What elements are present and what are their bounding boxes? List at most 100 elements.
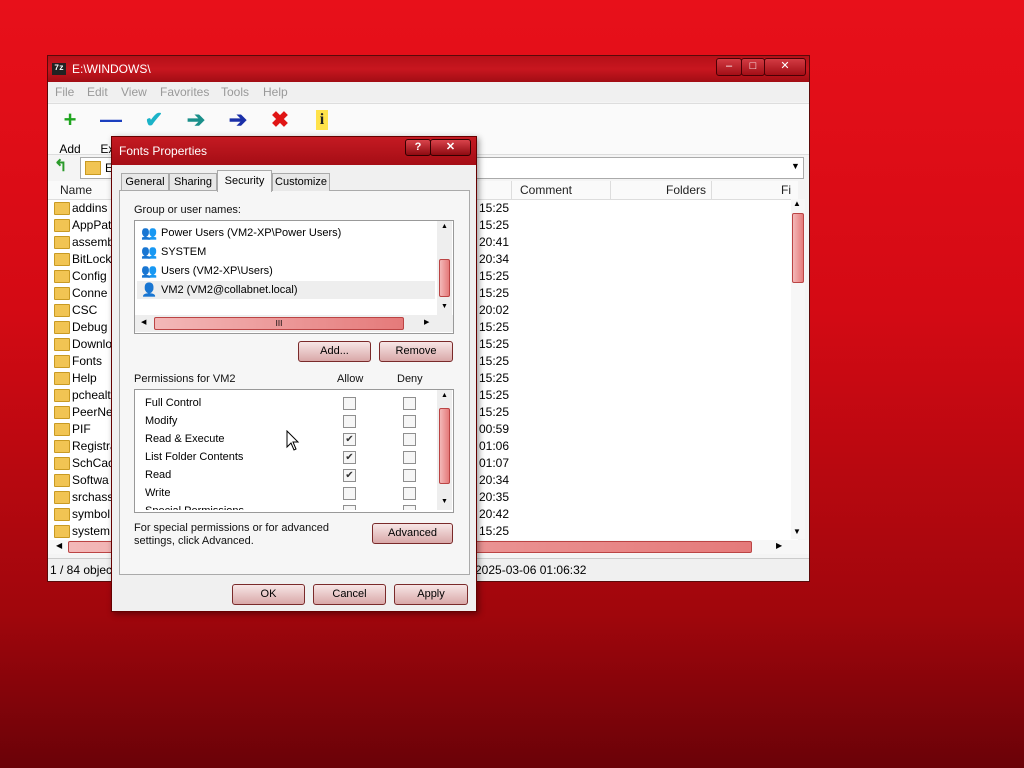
user-row[interactable]: 👥 SYSTEM bbox=[137, 243, 435, 261]
allow-checkbox[interactable]: ✔ bbox=[343, 451, 356, 464]
file-modified-time: 15:25 bbox=[479, 354, 510, 368]
permission-row: Special Permissions bbox=[145, 502, 435, 510]
up-folder-icon[interactable]: ↰ bbox=[54, 158, 72, 176]
user-row[interactable]: 👤 VM2 (VM2@collabnet.local) bbox=[137, 281, 435, 299]
deny-checkbox[interactable] bbox=[403, 505, 416, 510]
user-name: VM2 (VM2@collabnet.local) bbox=[161, 284, 298, 296]
dropdown-arrow-icon[interactable]: ▼ bbox=[791, 161, 800, 171]
apply-button[interactable]: Apply bbox=[394, 584, 468, 605]
ok-button[interactable]: OK bbox=[232, 584, 305, 605]
help-button[interactable]: ? bbox=[405, 139, 431, 156]
scroll-up-icon[interactable]: ▲ bbox=[441, 392, 448, 399]
file-name: Config bbox=[72, 269, 107, 283]
file-modified-time: 01:07 bbox=[479, 456, 510, 470]
file-name: assemb bbox=[72, 235, 115, 249]
tab-sharing[interactable]: Sharing bbox=[169, 173, 217, 191]
file-name: CSC bbox=[72, 303, 98, 317]
users-vscrollbar[interactable]: ▲ ▼ bbox=[437, 221, 452, 315]
tab-security[interactable]: Security bbox=[217, 170, 272, 192]
folder-icon bbox=[54, 355, 70, 368]
vertical-scrollbar[interactable]: ▲ ▼ bbox=[791, 199, 805, 539]
deny-header: Deny bbox=[397, 373, 423, 385]
menu-favorites[interactable]: Favorites bbox=[160, 85, 209, 99]
folder-icon bbox=[54, 525, 70, 538]
deny-checkbox[interactable] bbox=[403, 469, 416, 482]
allow-checkbox[interactable]: ✔ bbox=[343, 469, 356, 482]
scroll-thumb[interactable] bbox=[439, 408, 450, 484]
column-comment[interactable]: Comment bbox=[520, 183, 572, 197]
file-modified-time: 20:34 bbox=[479, 473, 510, 487]
minimize-button[interactable]: – bbox=[716, 58, 742, 76]
users-hscrollbar[interactable]: ◀ III ▶ bbox=[135, 315, 453, 332]
menu-help[interactable]: Help bbox=[263, 85, 288, 99]
info-button[interactable]: i bbox=[300, 108, 344, 130]
user-row[interactable]: 👥 Users (VM2-XP\Users) bbox=[137, 262, 435, 280]
scroll-left-icon[interactable]: ◀ bbox=[56, 541, 62, 550]
allow-checkbox[interactable] bbox=[343, 505, 356, 510]
scroll-right-icon[interactable]: ▶ bbox=[424, 318, 429, 326]
cancel-button[interactable]: Cancel bbox=[313, 584, 386, 605]
delete-x-icon: ✖ bbox=[270, 107, 290, 132]
file-name: pchealt bbox=[72, 388, 111, 402]
copy-button[interactable]: ➔ bbox=[174, 108, 218, 132]
allow-checkbox[interactable]: ✔ bbox=[343, 433, 356, 446]
column-name[interactable]: Name bbox=[60, 183, 92, 197]
move-button[interactable]: ➔ bbox=[216, 108, 260, 132]
title-bar[interactable]: 7z E:\WINDOWS\ – □ ✕ bbox=[48, 56, 809, 82]
column-folders[interactable]: Folders bbox=[666, 183, 706, 197]
tab-customize[interactable]: Customize bbox=[272, 173, 330, 191]
permissions-scrollbar[interactable]: ▲ ▼ bbox=[437, 390, 452, 510]
column-divider bbox=[511, 181, 512, 199]
dialog-title-bar[interactable]: Fonts Properties ? ✕ bbox=[112, 137, 476, 165]
users-list[interactable]: 👥 Power Users (VM2-XP\Power Users) 👥 SYSTEM… bbox=[134, 220, 454, 334]
folder-icon bbox=[54, 287, 70, 300]
remove-user-button[interactable]: Remove bbox=[379, 341, 453, 362]
deny-checkbox[interactable] bbox=[403, 433, 416, 446]
tab-general[interactable]: General bbox=[121, 173, 169, 191]
advanced-hint-line1: For special permissions or for advanced bbox=[134, 522, 330, 534]
scroll-up-icon[interactable]: ▲ bbox=[441, 223, 448, 230]
dialog-close-button[interactable]: ✕ bbox=[430, 139, 471, 156]
scroll-left-icon[interactable]: ◀ bbox=[141, 318, 146, 326]
menu-tools[interactable]: Tools bbox=[221, 85, 249, 99]
file-modified-time: 01:06 bbox=[479, 439, 510, 453]
status-count: 1 / 84 objec bbox=[50, 563, 113, 577]
close-button[interactable]: ✕ bbox=[764, 58, 806, 76]
test-button[interactable]: ✔ bbox=[132, 108, 176, 132]
advanced-hint-line2: settings, click Advanced. bbox=[134, 535, 254, 547]
user-icon: 👤 bbox=[141, 282, 158, 297]
scroll-up-icon[interactable]: ▲ bbox=[793, 199, 801, 208]
maximize-button[interactable]: □ bbox=[741, 58, 765, 76]
scroll-thumb[interactable]: III bbox=[154, 317, 404, 330]
menu-edit[interactable]: Edit bbox=[87, 85, 108, 99]
copy-arrow-icon: ➔ bbox=[186, 107, 206, 132]
menu-view[interactable]: View bbox=[121, 85, 147, 99]
allow-checkbox[interactable] bbox=[343, 415, 356, 428]
scroll-thumb[interactable] bbox=[439, 259, 450, 297]
scroll-down-icon[interactable]: ▼ bbox=[793, 527, 801, 536]
allow-checkbox[interactable] bbox=[343, 487, 356, 500]
add-button[interactable]: + Add bbox=[48, 108, 92, 157]
advanced-button[interactable]: Advanced bbox=[372, 523, 453, 544]
menu-bar: File Edit View Favorites Tools Help bbox=[48, 82, 809, 102]
scroll-down-icon[interactable]: ▼ bbox=[441, 303, 448, 310]
folder-icon bbox=[54, 474, 70, 487]
deny-checkbox[interactable] bbox=[403, 415, 416, 428]
scroll-right-icon[interactable]: ▶ bbox=[776, 541, 782, 550]
user-group-icon: 👥 bbox=[141, 263, 158, 278]
add-user-button[interactable]: Add... bbox=[298, 341, 371, 362]
allow-checkbox[interactable] bbox=[343, 397, 356, 410]
scroll-down-icon[interactable]: ▼ bbox=[441, 498, 448, 505]
deny-checkbox[interactable] bbox=[403, 451, 416, 464]
user-name: Power Users (VM2-XP\Power Users) bbox=[161, 227, 342, 239]
menu-file[interactable]: File bbox=[55, 85, 74, 99]
deny-checkbox[interactable] bbox=[403, 397, 416, 410]
deny-checkbox[interactable] bbox=[403, 487, 416, 500]
scroll-thumb[interactable] bbox=[792, 213, 804, 283]
permission-name: List Folder Contents bbox=[145, 451, 244, 463]
file-modified-time: 15:25 bbox=[479, 371, 510, 385]
user-row[interactable]: 👥 Power Users (VM2-XP\Power Users) bbox=[137, 224, 435, 242]
delete-button[interactable]: ✖ bbox=[258, 108, 302, 132]
column-files[interactable]: Fi bbox=[781, 183, 791, 197]
folder-icon bbox=[54, 508, 70, 521]
